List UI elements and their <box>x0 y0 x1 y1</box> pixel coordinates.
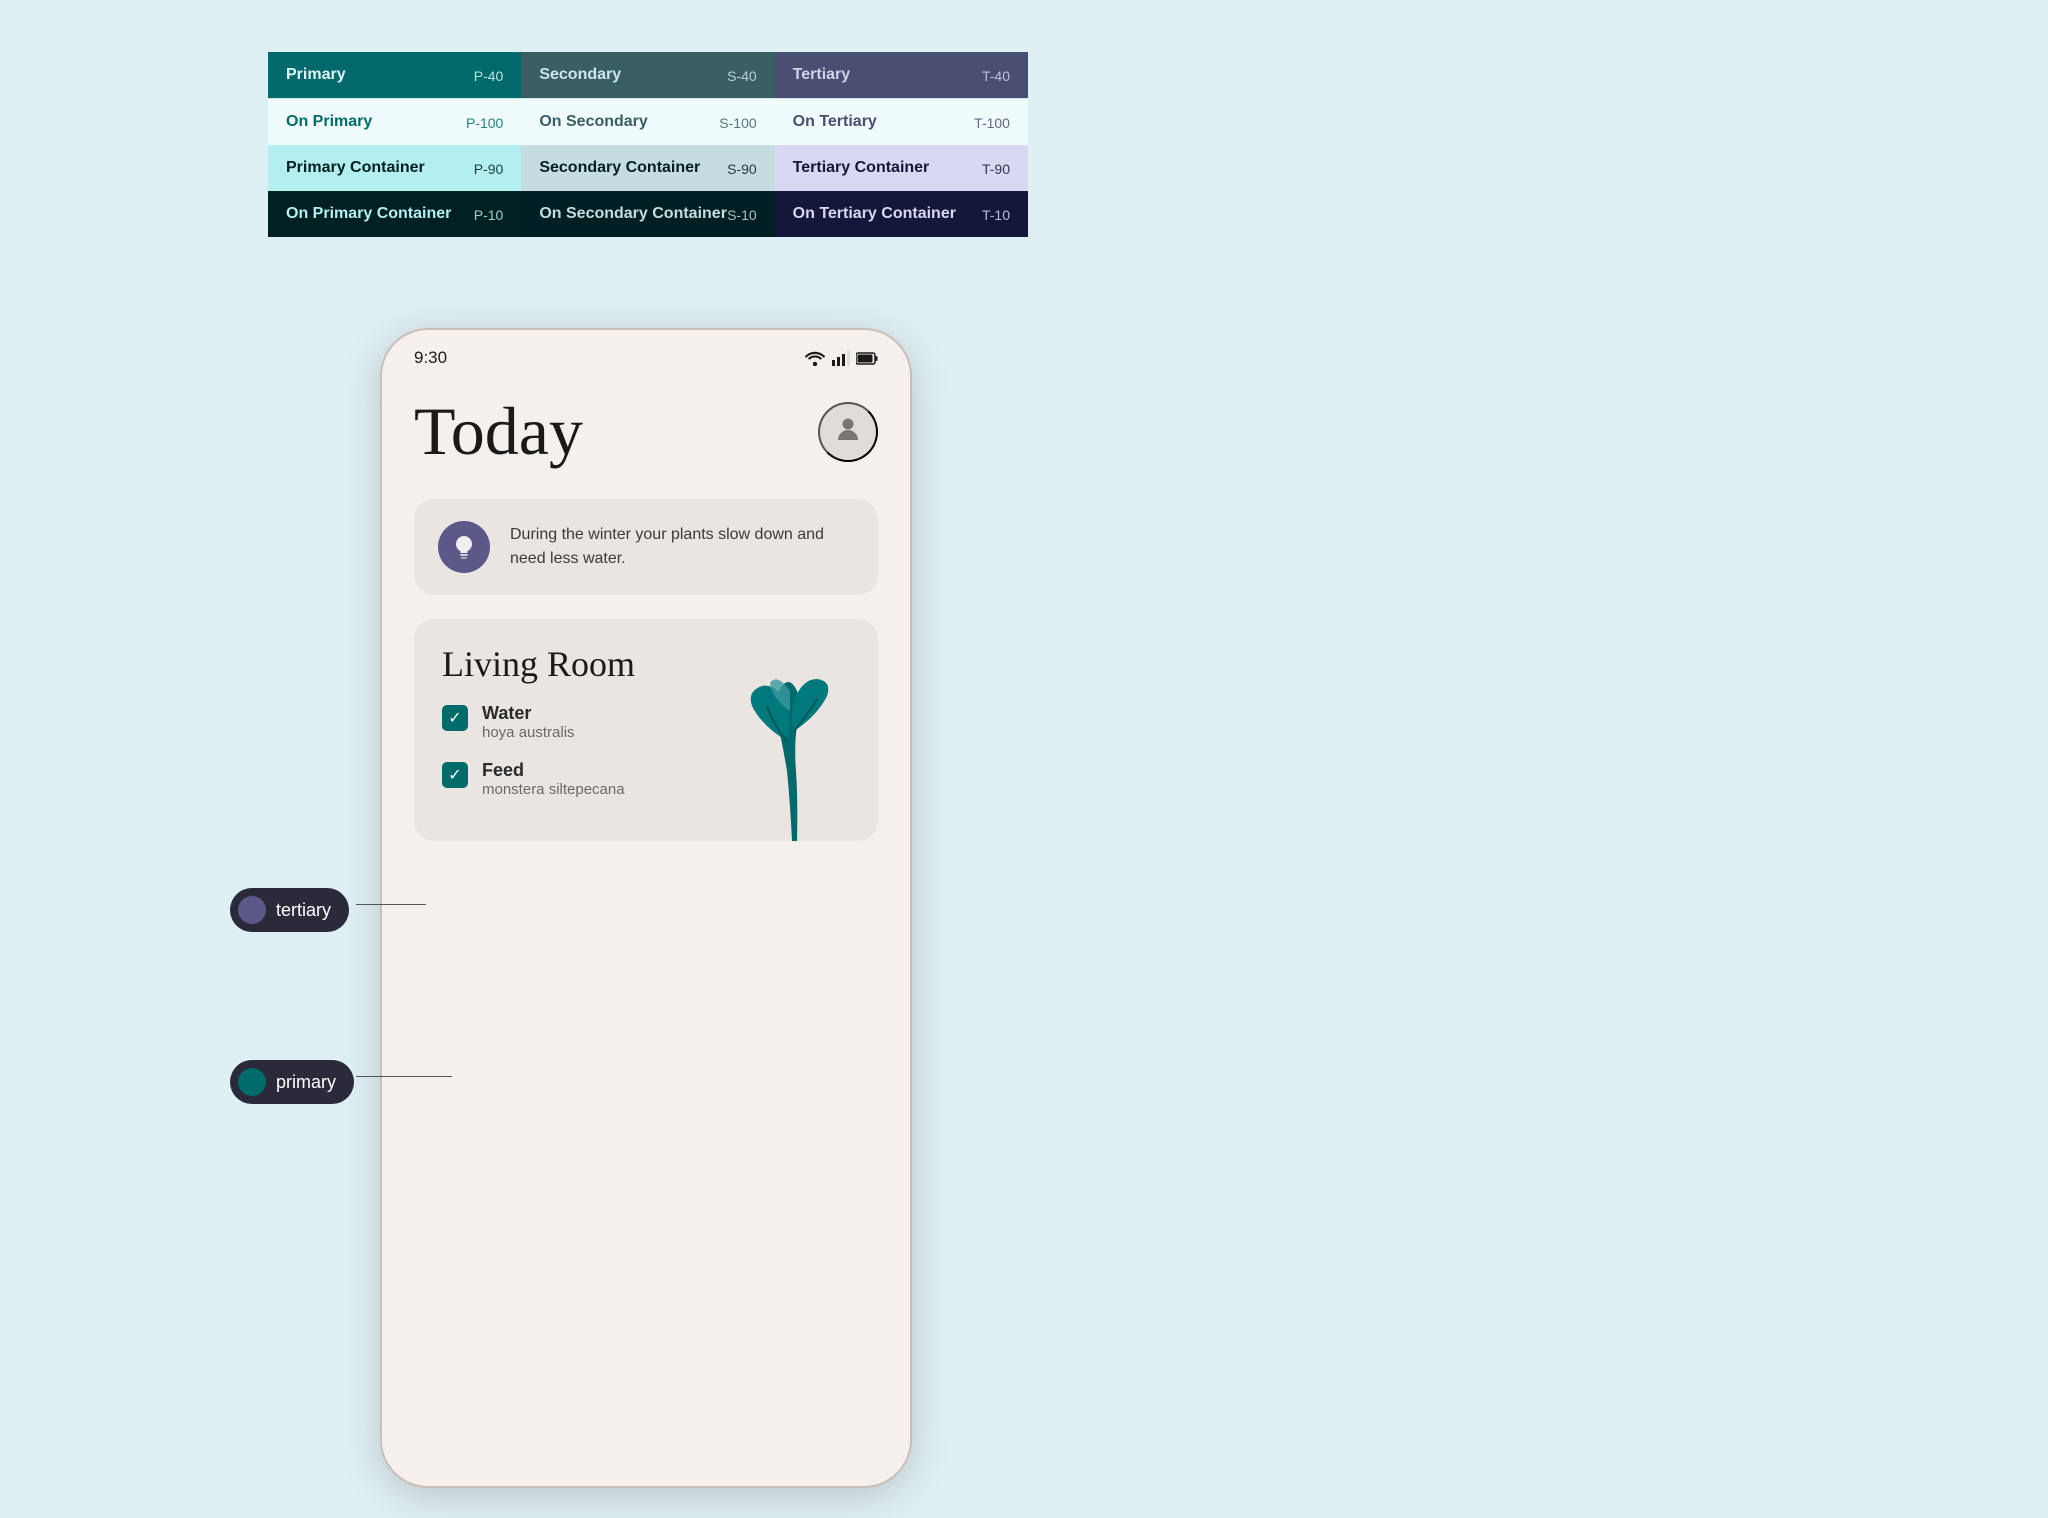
palette-grid: Primary P-40 Secondary S-40 Tertiary T-4… <box>268 52 1028 237</box>
phone-frame: 9:30 <box>380 328 912 1488</box>
tip-card: During the winter your plants slow down … <box>414 499 878 595</box>
task-plant-2: monstera siltepecana <box>482 781 625 798</box>
user-icon <box>834 414 862 449</box>
avatar-button[interactable] <box>818 402 878 462</box>
swatch-code: S-100 <box>719 115 756 131</box>
annotation-tertiary-label: tertiary <box>276 900 331 921</box>
phone-content: Today <box>382 368 910 865</box>
annotation-primary: primary <box>230 1060 354 1104</box>
page-title: Today <box>414 392 583 471</box>
swatch-label: Primary Container <box>286 159 425 177</box>
swatch-primary-40: Primary P-40 <box>268 52 521 98</box>
plant-svg <box>722 661 862 841</box>
swatch-label: On Tertiary <box>793 113 877 131</box>
swatch-label: Tertiary <box>793 66 851 84</box>
task-text-1: Water hoya australis <box>482 703 575 742</box>
task-plant-1: hoya australis <box>482 724 575 741</box>
time-display: 9:30 <box>414 348 447 368</box>
swatch-on-primary-container-10: On Primary Container P-10 <box>268 191 521 237</box>
swatch-code: T-90 <box>982 161 1010 177</box>
swatch-code: S-90 <box>727 161 757 177</box>
swatch-on-secondary-container-10: On Secondary Container S-10 <box>521 191 774 237</box>
swatch-label: Secondary Container <box>539 159 700 177</box>
phone-mockup: 9:30 <box>380 328 912 1488</box>
swatch-label: Primary <box>286 66 346 84</box>
checkbox-2[interactable]: ✓ <box>442 762 468 788</box>
status-bar: 9:30 <box>382 330 910 368</box>
swatch-code: P-100 <box>466 115 503 131</box>
swatch-on-tertiary-100: On Tertiary T-100 <box>775 98 1028 145</box>
task-action-1: Water <box>482 703 575 724</box>
swatch-label: On Tertiary Container <box>793 205 956 223</box>
checkmark-icon: ✓ <box>448 708 461 728</box>
room-card: Living Room ✓ Water hoya australis ✓ <box>414 619 878 841</box>
swatch-on-tertiary-container-10: On Tertiary Container T-10 <box>775 191 1028 237</box>
lightbulb-icon <box>450 533 478 561</box>
swatch-code: T-100 <box>974 115 1010 131</box>
status-icons <box>804 350 878 366</box>
swatch-on-secondary-100: On Secondary S-100 <box>521 98 774 145</box>
swatch-tertiary-40: Tertiary T-40 <box>775 52 1028 98</box>
swatch-code: P-40 <box>474 68 504 84</box>
swatch-code: S-10 <box>727 207 757 223</box>
swatch-code: T-40 <box>982 68 1010 84</box>
checkmark-icon: ✓ <box>448 765 461 785</box>
swatch-tertiary-container-90: Tertiary Container T-90 <box>775 145 1028 191</box>
task-text-2: Feed monstera siltepecana <box>482 760 625 799</box>
primary-dot <box>238 1068 266 1096</box>
tip-text: During the winter your plants slow down … <box>510 523 854 571</box>
swatch-label: On Secondary <box>539 113 647 131</box>
annotation-tertiary: tertiary <box>230 888 349 932</box>
tip-icon-wrapper <box>438 521 490 573</box>
phone-header: Today <box>414 392 878 471</box>
swatch-label: On Secondary Container <box>539 205 727 223</box>
annotation-tertiary-line <box>356 904 426 905</box>
swatch-label: On Primary <box>286 113 372 131</box>
signal-icon <box>832 350 850 366</box>
swatch-code: T-10 <box>982 207 1010 223</box>
swatch-secondary-40: Secondary S-40 <box>521 52 774 98</box>
swatch-label: Tertiary Container <box>793 159 930 177</box>
swatch-code: S-40 <box>727 68 757 84</box>
swatch-on-primary-100: On Primary P-100 <box>268 98 521 145</box>
swatch-label: On Primary Container <box>286 205 451 223</box>
tertiary-dot <box>238 896 266 924</box>
swatch-code: P-90 <box>474 161 504 177</box>
swatch-secondary-container-90: Secondary Container S-90 <box>521 145 774 191</box>
annotation-primary-label: primary <box>276 1072 336 1093</box>
battery-icon <box>856 352 878 365</box>
plant-illustration <box>722 661 862 841</box>
swatch-label: Secondary <box>539 66 621 84</box>
annotation-primary-line <box>356 1076 452 1077</box>
checkbox-1[interactable]: ✓ <box>442 705 468 731</box>
task-action-2: Feed <box>482 760 625 781</box>
wifi-icon <box>804 350 826 366</box>
swatch-code: P-10 <box>474 207 504 223</box>
swatch-primary-container-90: Primary Container P-90 <box>268 145 521 191</box>
